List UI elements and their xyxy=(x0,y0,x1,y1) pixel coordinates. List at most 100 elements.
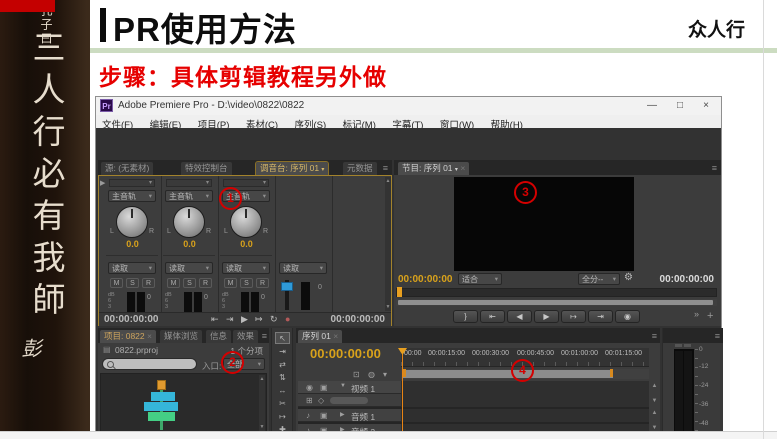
timeline-timecode[interactable]: 00:00:00:00 xyxy=(310,346,381,361)
chevron-down-icon[interactable]: ▾ xyxy=(455,167,458,173)
goto-out-button[interactable]: ⇥ xyxy=(588,310,613,323)
scroll-up-icon[interactable]: ▲ xyxy=(259,376,265,382)
project-bin-area[interactable]: ▲ ▼ xyxy=(100,373,267,433)
tab-info[interactable]: 信息 xyxy=(206,330,232,343)
tab-program-monitor[interactable]: 节目: 序列 01 ▾ × xyxy=(398,162,470,175)
sequence-clip-thumbnail[interactable] xyxy=(139,380,183,430)
scroll-up-icon[interactable]: ▲ xyxy=(649,383,660,389)
play-in-out-button[interactable]: ↦ xyxy=(255,314,263,325)
mute-button[interactable]: M xyxy=(224,278,237,288)
work-area-end-handle[interactable] xyxy=(610,369,613,377)
panel-menu-icon[interactable]: ≡ xyxy=(262,331,267,341)
program-video-preview[interactable] xyxy=(454,177,634,271)
wrench-icon[interactable]: ⚙ xyxy=(624,272,633,283)
eye-icon[interactable]: ◉ xyxy=(306,383,313,392)
program-horizontal-scrollbar[interactable] xyxy=(396,299,717,306)
search-input[interactable] xyxy=(102,358,197,370)
panel-menu-icon[interactable]: ≡ xyxy=(712,163,717,173)
slip-tool[interactable]: ↦ xyxy=(275,411,290,423)
scroll-down-icon[interactable]: ▼ xyxy=(385,304,391,310)
pan-knob[interactable] xyxy=(116,206,148,238)
step-back-button[interactable]: ◀ xyxy=(507,310,532,323)
tab-project[interactable]: 项目: 0822 × xyxy=(100,330,156,343)
keyframe-display-pill[interactable] xyxy=(330,397,368,404)
minimize-button[interactable]: — xyxy=(641,98,663,113)
mute-button[interactable]: M xyxy=(167,278,180,288)
tab-sequence[interactable]: 序列 01 × xyxy=(298,330,343,343)
scroll-down-icon[interactable]: ▼ xyxy=(259,424,265,430)
automation-dropdown[interactable]: 读取 ▾ xyxy=(279,262,327,274)
solo-button[interactable]: S xyxy=(183,278,196,288)
rate-stretch-tool[interactable]: ↔ xyxy=(275,385,290,397)
automation-dropdown[interactable]: 读取 ▾ xyxy=(222,262,270,274)
tab-audio-mixer[interactable]: 调音台: 序列 01 ▾ xyxy=(254,161,330,176)
panel-menu-icon[interactable]: ≡ xyxy=(383,163,388,173)
marker-icon[interactable]: ▾ xyxy=(383,370,387,379)
program-playhead[interactable] xyxy=(397,287,402,297)
scroll-down-icon[interactable]: ▼ xyxy=(649,398,660,404)
volume-fader[interactable] xyxy=(281,282,293,291)
export-frame-button[interactable]: ◉ xyxy=(615,310,640,323)
work-area-bar[interactable] xyxy=(403,370,613,378)
goto-out-button[interactable]: ⇥ xyxy=(226,314,234,325)
goto-in-button[interactable]: ⇤ xyxy=(211,314,219,325)
encore-marker-icon[interactable]: ◍ xyxy=(368,370,375,379)
pan-value[interactable]: 0.0 xyxy=(218,239,275,249)
mixer-timecode[interactable]: 00:00:00:00 xyxy=(104,314,158,325)
automation-dropdown[interactable]: 读取 ▾ xyxy=(165,262,213,274)
panel-menu-icon[interactable]: ≡ xyxy=(715,331,720,341)
pan-value[interactable]: 0.0 xyxy=(161,239,218,249)
work-area-start-handle[interactable] xyxy=(403,369,406,377)
track-header-audio1[interactable]: ♪ ▣ ▶ 音频 1 xyxy=(298,409,401,422)
window-titlebar[interactable]: Pr Adobe Premiere Pro - D:\video\0822\08… xyxy=(96,97,721,116)
mute-button[interactable]: M xyxy=(110,278,123,288)
track-output-dropdown[interactable]: 主音轨 ▾ xyxy=(165,190,213,202)
goto-in-button[interactable]: ⇤ xyxy=(480,310,505,323)
tab-source-monitor[interactable]: 源: (无素材) xyxy=(101,162,154,175)
pan-value[interactable]: 0.0 xyxy=(104,239,161,249)
record-arm-button[interactable]: R xyxy=(256,278,269,288)
speaker-icon[interactable]: ♪ xyxy=(306,411,310,420)
tab-close-icon[interactable]: × xyxy=(460,163,465,173)
track-header-video1-options[interactable]: ⊞ ◇ xyxy=(298,394,401,407)
close-button[interactable]: × xyxy=(695,98,717,113)
keyframe-icon[interactable]: ◇ xyxy=(318,396,324,405)
maximize-button[interactable]: □ xyxy=(669,98,691,113)
more-icon[interactable]: » xyxy=(694,309,699,319)
record-arm-button[interactable]: R xyxy=(199,278,212,288)
timeline-playhead[interactable] xyxy=(402,348,403,438)
tab-close-icon[interactable]: × xyxy=(333,331,338,341)
add-button-icon[interactable]: + xyxy=(707,310,713,322)
chevron-down-icon[interactable]: ▾ xyxy=(321,167,324,173)
play-button[interactable]: ▶ xyxy=(241,314,248,325)
ripple-edit-tool[interactable]: ⇄ xyxy=(275,359,290,371)
scrollbar-thumb[interactable] xyxy=(398,300,713,305)
track-header-video1[interactable]: ◉ ▣ ▼ 视频 1 xyxy=(298,381,401,394)
record-arm-button[interactable]: R xyxy=(142,278,155,288)
snap-icon[interactable]: ⊡ xyxy=(353,370,360,379)
track-select-tool[interactable]: ⇥ xyxy=(275,346,290,358)
rolling-edit-tool[interactable]: ⇅ xyxy=(275,372,290,384)
loop-button[interactable]: ↻ xyxy=(270,314,278,325)
marker-button[interactable]: } xyxy=(453,310,478,323)
display-style-icon[interactable]: ⊞ xyxy=(306,396,313,405)
project-vertical-scrollbar[interactable]: ▲ ▼ xyxy=(259,375,265,431)
track-output-dropdown[interactable]: 主音轨 ▾ xyxy=(108,190,156,202)
selection-tool[interactable]: ↖ xyxy=(275,332,290,344)
lock-icon[interactable]: ▣ xyxy=(320,383,328,392)
effect-slot-dropdown[interactable]: ▾ xyxy=(109,179,155,187)
pan-knob[interactable] xyxy=(230,206,262,238)
track-lane-audio1[interactable] xyxy=(401,409,649,423)
zoom-fit-dropdown[interactable]: 适合 ▾ xyxy=(458,273,502,285)
scroll-up-icon[interactable]: ▲ xyxy=(385,178,391,184)
program-timecode[interactable]: 00:00:00:00 xyxy=(398,274,452,285)
pan-knob[interactable] xyxy=(173,206,205,238)
expand-icon[interactable]: ▶ xyxy=(340,411,345,418)
step-forward-button[interactable]: ↦ xyxy=(561,310,586,323)
resolution-dropdown[interactable]: 全分-- ▾ xyxy=(578,273,620,285)
tab-close-icon[interactable]: × xyxy=(147,331,152,341)
program-time-ruler[interactable] xyxy=(396,288,717,297)
scroll-up-icon[interactable]: ▲ xyxy=(649,410,660,416)
tab-metadata[interactable]: 元数据 xyxy=(343,162,377,175)
effect-slot-dropdown[interactable]: ▾ xyxy=(223,179,269,187)
